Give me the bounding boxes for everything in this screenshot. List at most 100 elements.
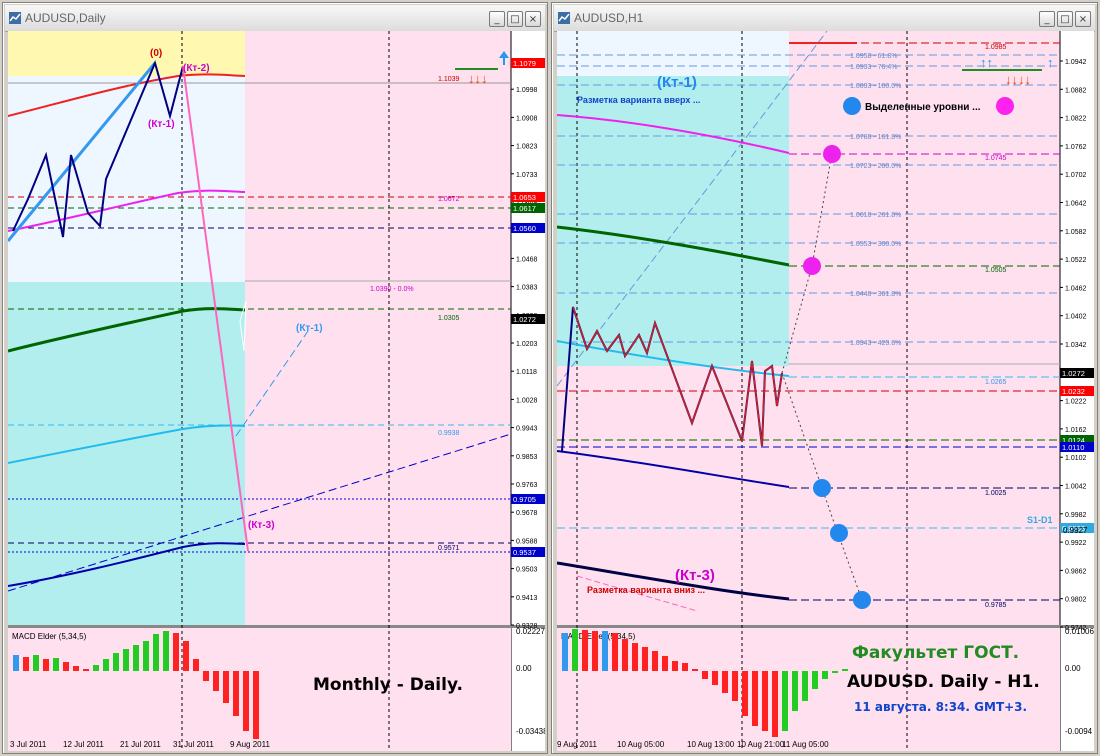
h1-chart-canvas[interactable]: ↑↑ ↑ ↓↓↓↓ 1.0958 - 61.8% 1.0933 - 76.4% 1.… bbox=[556, 30, 1094, 751]
upper-zone bbox=[557, 31, 789, 76]
minimize-button[interactable]: _ bbox=[1039, 11, 1055, 27]
macd-bar bbox=[702, 671, 708, 679]
macd-bar bbox=[133, 645, 139, 671]
scale-value: 0.9763 bbox=[516, 482, 538, 489]
macd-bar bbox=[582, 630, 588, 671]
annotation-kt1: (Кт-1) bbox=[657, 74, 697, 91]
level-badge: 1.0617 bbox=[513, 204, 536, 213]
macd-bar bbox=[43, 659, 49, 671]
macd-bar bbox=[53, 658, 59, 671]
annotation-kt2: (Кт-2) bbox=[183, 63, 210, 74]
date-label: 9 Aug 2011 bbox=[230, 740, 270, 749]
scale-value: 1.0942 bbox=[1065, 59, 1087, 66]
macd-bar bbox=[562, 633, 568, 671]
scale-value: 1.0822 bbox=[1065, 116, 1087, 123]
title-bar[interactable]: AUDUSD,Daily _ □ × bbox=[5, 5, 545, 32]
scale-value: 0.9802 bbox=[1065, 597, 1087, 604]
annotation-kt1-proj: (Кт-1) bbox=[296, 323, 323, 334]
fib-label: 1.0958 - 61.8% bbox=[850, 53, 897, 60]
macd-scale-bottom: -0.0094 bbox=[1065, 727, 1093, 736]
macd-bar bbox=[83, 669, 89, 671]
level-label: 0.9571 bbox=[438, 545, 460, 552]
macd-bar bbox=[203, 671, 209, 681]
macd-scale-top: 0.01006 bbox=[1065, 627, 1094, 636]
scale-value: 0.9588 bbox=[516, 538, 538, 545]
level-badge: 1.1079 bbox=[513, 59, 536, 68]
level-marker[interactable] bbox=[813, 479, 831, 497]
macd-bar bbox=[822, 671, 828, 679]
fib-label: 1.0893 - 100.0% bbox=[850, 83, 901, 90]
pane-separator[interactable] bbox=[557, 625, 1094, 628]
window-title: AUDUSD,H1 bbox=[574, 11, 644, 25]
level-marker[interactable] bbox=[803, 257, 821, 275]
legend-marker-magenta bbox=[996, 97, 1014, 115]
scale-value: 1.0468 bbox=[516, 256, 538, 263]
fib-label: 1.0343 - 423.6% bbox=[850, 340, 901, 347]
close-button[interactable]: × bbox=[525, 11, 541, 27]
scale-value: 1.0402 bbox=[1065, 314, 1087, 321]
macd-bar bbox=[712, 671, 718, 685]
level-label: 1.0390 - 0.0% bbox=[370, 286, 414, 293]
macd-bar bbox=[223, 671, 229, 703]
close-button[interactable]: × bbox=[1075, 11, 1091, 27]
macd-bar bbox=[652, 651, 658, 671]
scale-value: 0.9413 bbox=[516, 595, 538, 602]
date-label: 11 Aug 05:00 bbox=[782, 740, 829, 749]
chart-window-h1[interactable]: AUDUSD,H1 _ □ × ↑↑ ↑ ↓↓↓↓ 1.0958 - 61.8%… bbox=[551, 2, 1098, 754]
title-bar[interactable]: AUDUSD,H1 _ □ × bbox=[554, 5, 1095, 32]
level-marker[interactable] bbox=[830, 524, 848, 542]
annotation-down-variant: Разметка варианта вниз ... bbox=[587, 585, 705, 595]
pane-separator[interactable] bbox=[8, 625, 545, 628]
level-badge: 1.0272 bbox=[513, 315, 536, 324]
scale-value: 1.0028 bbox=[516, 397, 538, 404]
chart-window-daily[interactable]: AUDUSD,Daily _ □ × ↓↓↓ (0) (Кт-2) (Кт-1)… bbox=[2, 2, 548, 754]
date-label: 10 Aug 21:00 bbox=[737, 740, 785, 749]
fib-label: 1.0448 - 361.8% bbox=[850, 291, 901, 298]
level-label: 1.0265 bbox=[985, 379, 1007, 386]
price-chart-h1[interactable]: ↑↑ ↑ ↓↓↓↓ 1.0958 - 61.8% 1.0933 - 76.4% 1.… bbox=[556, 30, 1094, 751]
scale-value: 0.9982 bbox=[1065, 512, 1087, 519]
macd-bar bbox=[193, 659, 199, 671]
macd-bar bbox=[632, 643, 638, 671]
annotation-zero: (0) bbox=[150, 48, 162, 59]
scale-value: 0.9862 bbox=[1065, 568, 1087, 575]
scale-value: 1.0462 bbox=[1065, 285, 1087, 292]
level-marker[interactable] bbox=[853, 591, 871, 609]
level-marker[interactable] bbox=[823, 145, 841, 163]
macd-bar bbox=[812, 671, 818, 689]
level-label: 1.0305 bbox=[438, 315, 460, 322]
date-label: 10 Aug 05:00 bbox=[617, 740, 665, 749]
macd-bar bbox=[143, 641, 149, 671]
fib-label: 1.0933 - 76.4% bbox=[850, 64, 897, 71]
daily-chart-canvas[interactable]: ↓↓↓ (0) (Кт-2) (Кт-1) (Кт-1) (Кт-3) 1.10… bbox=[6, 31, 548, 751]
macd-bar bbox=[123, 649, 129, 671]
macd-bar bbox=[612, 633, 618, 671]
macd-bar bbox=[233, 671, 239, 716]
chart-icon bbox=[9, 12, 21, 24]
macd-bar bbox=[772, 671, 778, 737]
price-chart-daily[interactable]: ↓↓↓ (0) (Кт-2) (Кт-1) (Кт-1) (Кт-3) 1.10… bbox=[6, 31, 548, 751]
level-label: 0.9938 bbox=[438, 430, 460, 437]
scale-value: 1.0642 bbox=[1065, 201, 1087, 208]
scale-value: 1.0042 bbox=[1065, 484, 1087, 491]
macd-bar bbox=[253, 671, 259, 739]
fib-label: 1.0618 - 261.8% bbox=[850, 212, 901, 219]
level-label: 0.9785 bbox=[985, 602, 1007, 609]
maximize-button[interactable]: □ bbox=[507, 11, 523, 27]
scale-value: 1.0102 bbox=[1065, 455, 1087, 462]
macd-bar bbox=[33, 655, 39, 671]
macd-label: MACD Elder (5,34,5) bbox=[12, 632, 87, 641]
macd-bar bbox=[672, 661, 678, 671]
lower-zone bbox=[8, 282, 245, 625]
scale-value: 0.9503 bbox=[516, 567, 538, 574]
level-badge: 1.0560 bbox=[513, 224, 536, 233]
scale-value: 1.0998 bbox=[516, 87, 538, 94]
macd-bar bbox=[213, 671, 219, 691]
macd-bar bbox=[243, 671, 249, 731]
macd-bar bbox=[63, 662, 69, 671]
scale-value: 0.9943 bbox=[516, 426, 538, 433]
maximize-button[interactable]: □ bbox=[1057, 11, 1073, 27]
level-label: 1.0505 bbox=[985, 267, 1007, 274]
minimize-button[interactable]: _ bbox=[489, 11, 505, 27]
macd-bar bbox=[762, 671, 768, 731]
